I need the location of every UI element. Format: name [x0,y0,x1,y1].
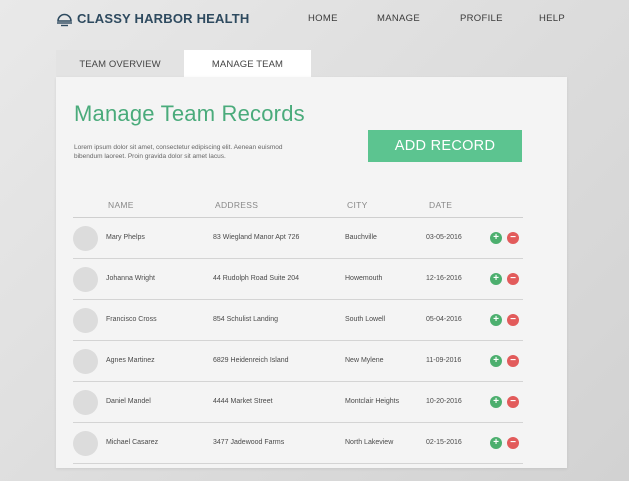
table-row[interactable]: Michael Casarez 3477 Jadewood Farms North … [73,423,523,464]
city-cell: New Mylene [345,357,384,364]
plus-icon[interactable]: + [490,273,502,285]
minus-icon[interactable]: − [507,396,519,408]
column-header-name[interactable]: NAME [108,200,134,210]
nav-home[interactable]: HOME [308,13,338,24]
name-cell: Johanna Wright [106,275,155,282]
avatar [73,390,98,415]
date-cell: 11-09-2016 [426,357,462,364]
brand-logo[interactable]: CLASSY HARBOR HEALTH [56,10,250,27]
brand-name: CLASSY HARBOR HEALTH [77,11,250,26]
page-description: Lorem ipsum dolor sit amet, consectetur … [74,144,283,160]
address-cell: 83 Wiegland Manor Apt 726 [213,234,300,241]
lamp-icon [57,13,72,27]
table-row[interactable]: Agnes Martinez 6829 Heidenreich Island New… [73,341,523,382]
tab-team-overview[interactable]: TEAM OVERVIEW [56,50,184,78]
minus-icon[interactable]: − [507,232,519,244]
name-cell: Agnes Martinez [106,357,155,364]
date-cell: 12-16-2016 [426,275,462,282]
minus-icon[interactable]: − [507,355,519,367]
name-cell: Francisco Cross [106,316,157,323]
city-cell: North Lakeview [345,439,394,446]
plus-icon[interactable]: + [490,437,502,449]
city-cell: Montclair Heights [345,398,400,405]
plus-icon[interactable]: + [490,396,502,408]
plus-icon[interactable]: + [490,314,502,326]
date-cell: 02-15-2016 [426,439,462,446]
minus-icon[interactable]: − [507,273,519,285]
date-cell: 10-20-2016 [426,398,462,405]
city-cell: Bauchville [345,234,377,241]
city-cell: South Lowell [345,316,386,323]
add-record-button[interactable]: ADD RECORD [368,130,522,162]
date-cell: 05-04-2016 [426,316,462,323]
plus-icon[interactable]: + [490,355,502,367]
avatar [73,267,98,292]
table-row[interactable]: Daniel Mandel 4444 Market Street Montclair… [73,382,523,423]
tab-manage-team[interactable]: MANAGE TEAM [184,50,311,78]
page-title: Manage Team Records [74,101,305,126]
avatar [73,431,98,456]
plus-icon[interactable]: + [490,232,502,244]
address-cell: 3477 Jadewood Farms [213,439,285,446]
nav-help[interactable]: HELP [539,13,565,24]
table-header: NAME ADDRESS CITY DATE [73,190,523,218]
avatar [73,226,98,251]
name-cell: Daniel Mandel [106,398,151,405]
minus-icon[interactable]: − [507,437,519,449]
column-header-city[interactable]: CITY [347,200,368,210]
date-cell: 03-05-2016 [426,234,462,241]
address-cell: 6829 Heidenreich Island [213,357,289,364]
minus-icon[interactable]: − [507,314,519,326]
name-cell: Michael Casarez [106,439,159,446]
table-row[interactable]: Mary Phelps 83 Wiegland Manor Apt 726 Bauc… [73,218,523,259]
name-cell: Mary Phelps [106,234,145,241]
city-cell: Howemouth [345,275,383,282]
table-row[interactable]: Johanna Wright 44 Rudolph Road Suite 204 H… [73,259,523,300]
nav-profile[interactable]: PROFILE [460,13,503,24]
address-cell: 4444 Market Street [213,398,273,405]
avatar [73,308,98,333]
table-row[interactable]: Francisco Cross 854 Schulist Landing South… [73,300,523,341]
address-cell: 44 Rudolph Road Suite 204 [213,275,300,282]
manage-team-panel: Manage Team Records Lorem ipsum dolor si… [56,77,567,468]
address-cell: 854 Schulist Landing [213,316,278,323]
column-header-date[interactable]: DATE [429,200,452,210]
column-header-address[interactable]: ADDRESS [215,200,258,210]
nav-manage[interactable]: MANAGE [377,13,420,24]
avatar [73,349,98,374]
